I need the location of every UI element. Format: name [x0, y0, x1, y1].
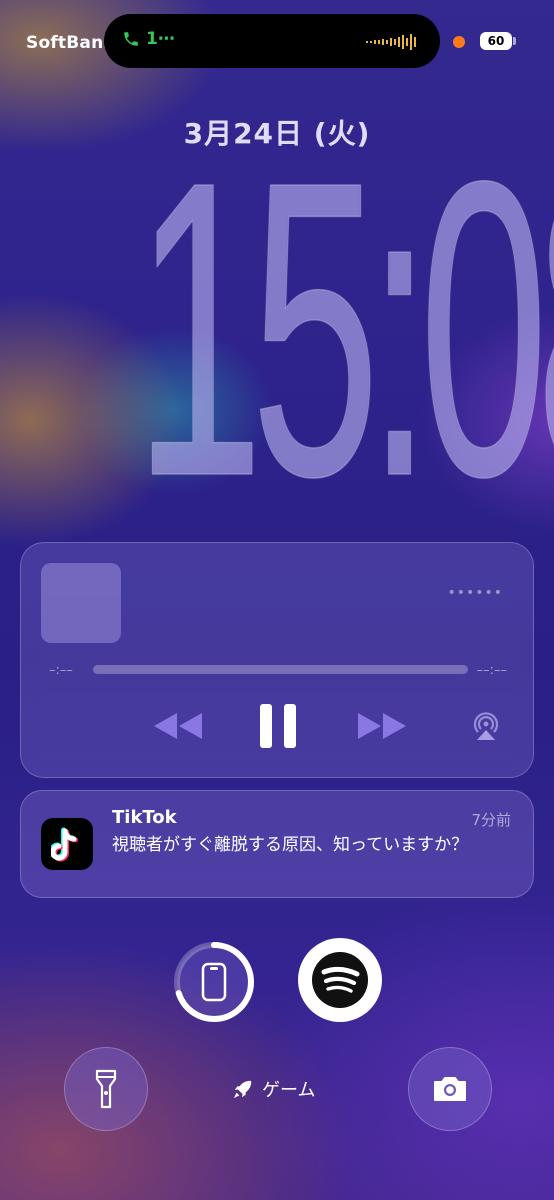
tiktok-logo-icon	[51, 827, 78, 862]
audio-waveform-icon	[366, 34, 416, 50]
elapsed-time: –:––	[49, 663, 73, 678]
rocket-icon	[233, 1080, 252, 1099]
camera-icon	[434, 1077, 466, 1101]
call-indicator[interactable]: 1⋯	[122, 29, 175, 49]
call-label: 1⋯	[146, 29, 175, 49]
rewind-icon	[154, 713, 202, 739]
spotify-icon	[312, 952, 368, 1008]
focus-mode-label: ゲーム	[262, 1080, 316, 1101]
phone-call-icon	[124, 32, 138, 46]
airplay-button[interactable]	[461, 703, 511, 749]
progress-bar[interactable]	[93, 665, 468, 674]
remaining-time: ––:––	[476, 663, 507, 678]
device-battery-widget[interactable]	[172, 940, 256, 1024]
notification-app-name: TikTok	[112, 807, 177, 828]
battery-indicator: 60	[480, 32, 512, 50]
recording-indicator	[453, 36, 465, 48]
camera-button[interactable]	[408, 1047, 492, 1131]
pause-button[interactable]	[243, 703, 313, 749]
more-indicator[interactable]: ••••••	[447, 585, 503, 601]
tiktok-app-icon	[41, 818, 93, 870]
album-artwork[interactable]	[41, 563, 121, 643]
focus-mode-indicator[interactable]: ゲーム	[232, 1076, 315, 1102]
battery-tip	[513, 37, 516, 45]
pause-icon	[260, 704, 296, 748]
lock-time: 15:08	[134, 95, 554, 564]
flashlight-icon	[95, 1069, 117, 1109]
spotify-widget[interactable]	[298, 938, 382, 1022]
notification-time: 7分前	[471, 811, 511, 829]
flashlight-button[interactable]	[64, 1047, 148, 1131]
notification-body: 視聴者がすぐ離脱する原因、知っていますか？	[112, 835, 469, 855]
carrier-label: SoftBank	[26, 33, 115, 53]
airplay-icon	[473, 712, 499, 740]
fast-forward-button[interactable]	[347, 703, 417, 749]
fast-forward-icon	[358, 713, 406, 739]
clock-container: 15:08	[20, 119, 554, 541]
dynamic-island[interactable]: 1⋯	[104, 14, 440, 68]
phone-icon	[201, 962, 227, 1002]
rewind-button[interactable]	[143, 703, 213, 749]
tiktok-notification[interactable]: TikTok 7分前 視聴者がすぐ離脱する原因、知っていますか？	[20, 790, 534, 898]
now-playing-widget[interactable]: •••••• –:–– ––:––	[20, 542, 534, 778]
